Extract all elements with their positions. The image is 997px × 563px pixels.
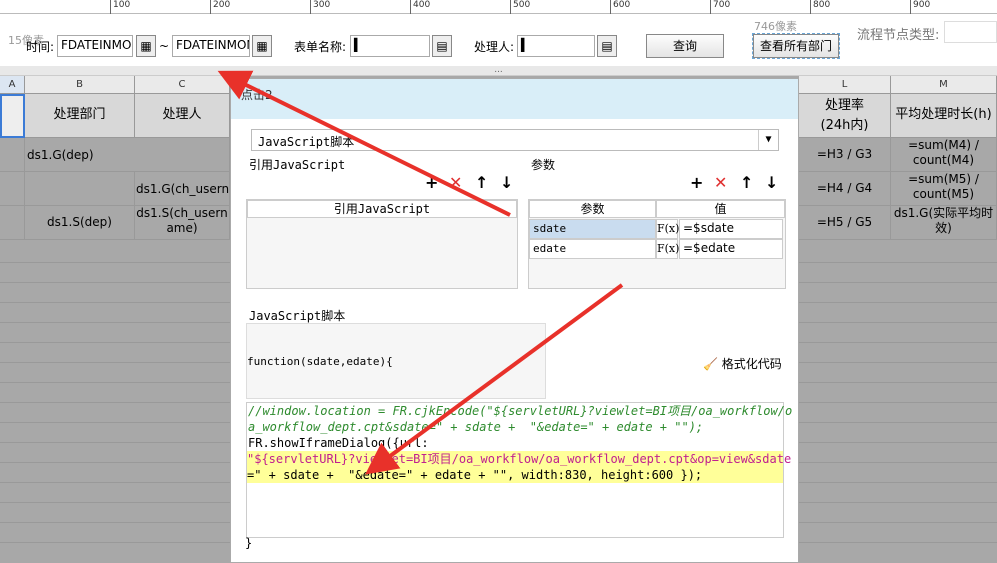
annotation-arrows (217, 70, 624, 475)
arrow-to-code (365, 283, 624, 475)
arrow-to-button (217, 70, 511, 217)
